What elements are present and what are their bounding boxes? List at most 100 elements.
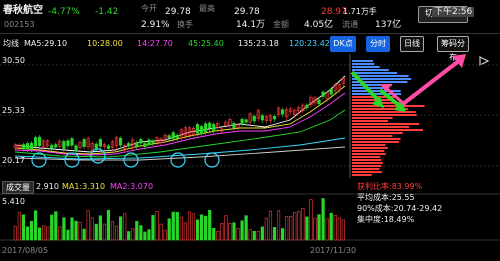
volume-bar [66, 229, 70, 241]
cost-90: 90%成本:20.74-29.42 [357, 204, 443, 213]
chip-bar [352, 153, 386, 155]
chip-bar [352, 114, 417, 116]
volume-bar [317, 214, 321, 241]
volume-bar [216, 231, 220, 241]
volume-bar [78, 222, 82, 241]
candle [260, 115, 264, 121]
candle [200, 126, 204, 134]
candle [151, 140, 155, 144]
volume-bar [90, 217, 94, 241]
volume-bar [50, 214, 54, 241]
candle [329, 88, 333, 95]
volume-bar [260, 226, 264, 241]
chip-bar [352, 129, 424, 131]
volume-bar [110, 221, 115, 241]
volume-bar [119, 216, 123, 241]
candle [25, 143, 30, 150]
kline-chart[interactable] [0, 0, 500, 261]
candle [50, 144, 54, 149]
candle [212, 124, 216, 132]
volume-bar [301, 208, 305, 241]
volume-bar [62, 217, 66, 241]
volume-bar [183, 222, 188, 241]
volume-bar [82, 228, 86, 241]
candle [66, 140, 70, 147]
candle [37, 136, 42, 147]
candle [171, 132, 175, 139]
volume-bar [37, 227, 42, 241]
volume-bar [21, 214, 26, 241]
volume-bar [187, 211, 192, 241]
volume-bar [143, 231, 147, 241]
volume-bar [151, 215, 155, 241]
candle [167, 135, 171, 139]
chip-bar [352, 135, 393, 137]
candle [127, 143, 131, 147]
chip-bar [352, 126, 410, 128]
chip-bar [352, 141, 399, 143]
candle [195, 124, 200, 134]
dk-marker-icon [31, 152, 47, 168]
candle [98, 139, 102, 147]
chip-bar [352, 117, 393, 119]
candle [244, 119, 248, 123]
volume-bar [293, 212, 297, 241]
candle [240, 118, 244, 125]
volume-bar [232, 222, 236, 241]
volume-bar [220, 223, 224, 241]
candle [135, 142, 139, 147]
volume-bar [155, 211, 159, 241]
chip-bar [352, 123, 420, 125]
candle [175, 134, 179, 139]
chip-bar [352, 144, 386, 146]
candle [29, 142, 34, 150]
volume-bar [280, 228, 285, 241]
candle [33, 137, 38, 147]
volume-tag[interactable]: 成交量 [2, 181, 34, 194]
candle [106, 145, 111, 149]
volume-bar [159, 223, 163, 241]
chip-bar [352, 162, 383, 164]
volume-bar [139, 225, 143, 241]
date-left: 2017/08/05 [2, 246, 49, 255]
chip-bar [352, 156, 381, 158]
candle [139, 139, 143, 144]
chip-bar [352, 168, 380, 170]
chip-bar [352, 147, 388, 149]
volume-bar [13, 226, 17, 241]
candle [208, 122, 212, 129]
profit-ratio-label: 获利比率:83.99% [357, 182, 423, 191]
candle [317, 99, 321, 104]
candle [143, 143, 147, 147]
volume-bar [252, 230, 256, 241]
volume-bar [297, 211, 301, 241]
candle [147, 139, 151, 146]
volume-bar [135, 220, 139, 241]
volume-bar [131, 228, 135, 241]
volume-bar [285, 216, 289, 241]
volume-bar [305, 216, 309, 241]
volume-bar [167, 218, 171, 241]
volume-bar [224, 215, 228, 241]
chip-bar [352, 111, 416, 113]
volume-value: 2.910 [36, 182, 59, 191]
chip-bar [352, 99, 394, 101]
volume-bar [33, 210, 38, 241]
volume-bar [175, 211, 179, 241]
volume-ma2: MA2:3.070 [110, 182, 154, 191]
volume-bar [114, 225, 119, 241]
volume-bar [58, 226, 62, 241]
volume-ma1: MA1:3.310 [62, 182, 106, 191]
volume-bar [163, 230, 167, 241]
volume-bar [179, 216, 183, 241]
chip-bar [352, 132, 403, 134]
volume-bar [208, 209, 212, 241]
volume-bar [313, 217, 317, 241]
volume-bar [70, 217, 74, 241]
volume-bar [272, 227, 277, 241]
candle [305, 104, 309, 109]
chip-bar [352, 120, 389, 122]
candle [21, 144, 26, 149]
candle [204, 123, 208, 133]
volume-bar [204, 215, 208, 241]
